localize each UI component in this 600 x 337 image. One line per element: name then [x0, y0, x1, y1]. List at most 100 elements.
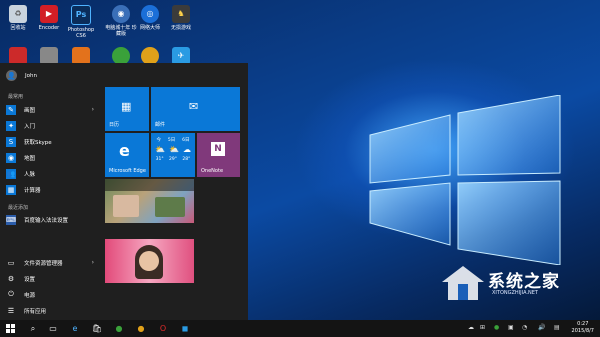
- start-item-power[interactable]: ⏻ 电源: [0, 288, 100, 301]
- clock-date: 2015/8/7: [571, 328, 594, 334]
- taskbar: ⌕ ▭ e 🛍 ● ● O ◼ ☁ ⊞ ● ▣ ◔ 🔊 ▤ 0:27 2015/…: [0, 320, 600, 337]
- tile-edge[interactable]: e Microsoft Edge: [105, 133, 149, 177]
- clock-time: 0:27: [577, 321, 589, 327]
- desktop-icons: ♻ 回收站 ▶ Encoder Ps Photoshop CS6 ◉ 电脑城十年…: [0, 0, 210, 65]
- desktop-icon-game[interactable]: ♞ 无损游戏: [164, 2, 198, 31]
- taskbar-app-blue[interactable]: ◼: [178, 322, 192, 335]
- people-icon: 👥: [6, 168, 16, 179]
- task-view-icon: ▭: [49, 324, 57, 333]
- start-item-maps[interactable]: ◉ 地图: [0, 151, 100, 164]
- taskbar-store[interactable]: 🛍: [90, 322, 104, 335]
- cloud-sun-icon: ⛅: [155, 145, 165, 154]
- start-item-paint[interactable]: ✎ 画图 ›: [0, 103, 100, 116]
- lightbulb-icon: ✦: [6, 120, 16, 131]
- watermark: 系统之家 XITONGZHIJIA.NET: [440, 262, 600, 304]
- weather-temp: 29°: [169, 157, 177, 162]
- weather-day: 5日: [167, 138, 176, 143]
- cloud-icon: ☁: [182, 145, 191, 154]
- app-blue-icon: ◼: [181, 324, 189, 333]
- desktop-icon-label: Encoder: [38, 25, 60, 31]
- start-item-file-explorer[interactable]: ▭ 文件资源管理器 ›: [0, 256, 100, 269]
- desktop-icon-label: Photoshop CS6: [67, 27, 95, 39]
- network-icon[interactable]: ⊞: [480, 324, 485, 331]
- start-button[interactable]: [3, 322, 17, 335]
- tile-calendar[interactable]: ▦ 日历: [105, 87, 149, 131]
- task-view-button[interactable]: ▭: [46, 322, 60, 335]
- start-item-calculator[interactable]: ▦ 计算器: [0, 183, 100, 196]
- shield-tray-icon[interactable]: ●: [494, 324, 499, 331]
- disc-icon: ◉: [112, 5, 130, 23]
- wifi-icon[interactable]: ◔: [522, 324, 527, 331]
- tile-photos[interactable]: [105, 179, 194, 223]
- start-item-settings[interactable]: ⚙ 设置: [0, 272, 100, 285]
- desktop-icon-encoder[interactable]: ▶ Encoder: [32, 2, 66, 31]
- user-account[interactable]: 👤 John: [0, 69, 100, 82]
- start-item-label: 人脉: [24, 171, 36, 178]
- chevron-right-icon[interactable]: ›: [92, 259, 94, 266]
- photoshop-icon: Ps: [71, 5, 91, 25]
- start-item-label: 所有应用: [24, 308, 47, 315]
- taskbar-opera[interactable]: O: [156, 322, 170, 335]
- start-item-people[interactable]: 👥 人脉: [0, 167, 100, 180]
- chat-icon[interactable]: ☁: [468, 324, 474, 331]
- search-icon: ⌕: [30, 323, 36, 333]
- tile-onenote[interactable]: N OneNote: [197, 133, 240, 177]
- network-master-icon: ◎: [141, 5, 159, 23]
- start-item-baidu-input[interactable]: ⌨ 百度输入法法设置: [0, 213, 100, 226]
- volume-icon[interactable]: 🔊: [538, 324, 545, 331]
- desktop-icon-network-master[interactable]: ◎ 网络大师: [133, 2, 167, 31]
- start-item-label: 百度输入法法设置: [24, 217, 69, 224]
- user-name: John: [25, 72, 37, 79]
- settings-icon: ⚙: [7, 274, 15, 283]
- paint-icon: ✎: [6, 104, 16, 115]
- weather-temp: 31°: [155, 157, 164, 162]
- start-item-label: 计算器: [24, 187, 41, 194]
- calculator-icon: ▦: [6, 184, 16, 195]
- recycle-bin-icon: ♻: [9, 5, 27, 23]
- taskbar-clock[interactable]: 0:27 2015/8/7: [572, 321, 594, 335]
- skype-icon: S: [6, 136, 16, 147]
- weather-day: 6日: [182, 138, 190, 143]
- desktop-icon-photoshop[interactable]: Ps Photoshop CS6: [63, 2, 99, 39]
- shield-green-icon: ●: [115, 324, 123, 333]
- windows-logo-wallpaper: [369, 95, 561, 265]
- tile-news[interactable]: [105, 239, 194, 283]
- taskbar-edge[interactable]: e: [68, 322, 82, 335]
- section-most-used-header: 最常用: [8, 94, 24, 100]
- start-item-label: 地图: [24, 155, 36, 162]
- power-icon: ⏻: [8, 290, 14, 298]
- game-icon: ♞: [172, 5, 190, 23]
- house-logo-icon: [442, 266, 484, 300]
- start-item-skype[interactable]: S 获取Skype: [0, 135, 100, 148]
- notification-icon[interactable]: ▤: [554, 324, 560, 331]
- tile-news-bar: [105, 179, 194, 191]
- cloud-sun-icon: ⛅: [168, 145, 179, 154]
- search-button[interactable]: ⌕: [26, 322, 40, 335]
- tile-weather[interactable]: 今 5日 6日 ⛅ ⛅ ☁ 31° 29° 28°: [151, 133, 195, 177]
- all-apps-icon: ☰: [7, 306, 15, 315]
- weather-icons: ⛅ ⛅ ☁: [153, 145, 193, 154]
- store-icon: 🛍: [91, 324, 103, 333]
- baidu-input-icon: ⌨: [5, 214, 17, 225]
- start-item-label: 电源: [24, 292, 36, 299]
- user-avatar-icon: 👤: [6, 70, 17, 81]
- photo-thumbnail: [155, 197, 185, 217]
- opera-icon: O: [159, 324, 167, 333]
- app-yellow-icon: ●: [137, 324, 145, 333]
- watermark-url: XITONGZHIJIA.NET: [492, 290, 538, 296]
- onenote-icon: N: [211, 142, 225, 156]
- taskbar-360[interactable]: ●: [112, 322, 126, 335]
- file-explorer-icon: ▭: [7, 258, 15, 267]
- desktop-icon-recycle-bin[interactable]: ♻ 回收站: [1, 2, 35, 31]
- tile-label: 日历: [109, 122, 120, 128]
- tray-app-icon[interactable]: ▣: [508, 324, 514, 331]
- edge-icon: e: [119, 141, 130, 160]
- start-item-get-started[interactable]: ✦ 入门: [0, 119, 100, 132]
- tile-mail[interactable]: ✉ 邮件: [151, 87, 240, 131]
- chevron-right-icon[interactable]: ›: [92, 106, 94, 113]
- mail-icon: ✉: [189, 100, 199, 113]
- start-menu-app-list: 👤 John 最常用 ✎ 画图 › ✦ 入门 S 获取Skype ◉ 地图 👥 …: [0, 63, 100, 320]
- taskbar-app-yellow[interactable]: ●: [134, 322, 148, 335]
- weather-days: 今 5日 6日: [153, 137, 193, 143]
- start-item-all-apps[interactable]: ☰ 所有应用: [0, 304, 100, 317]
